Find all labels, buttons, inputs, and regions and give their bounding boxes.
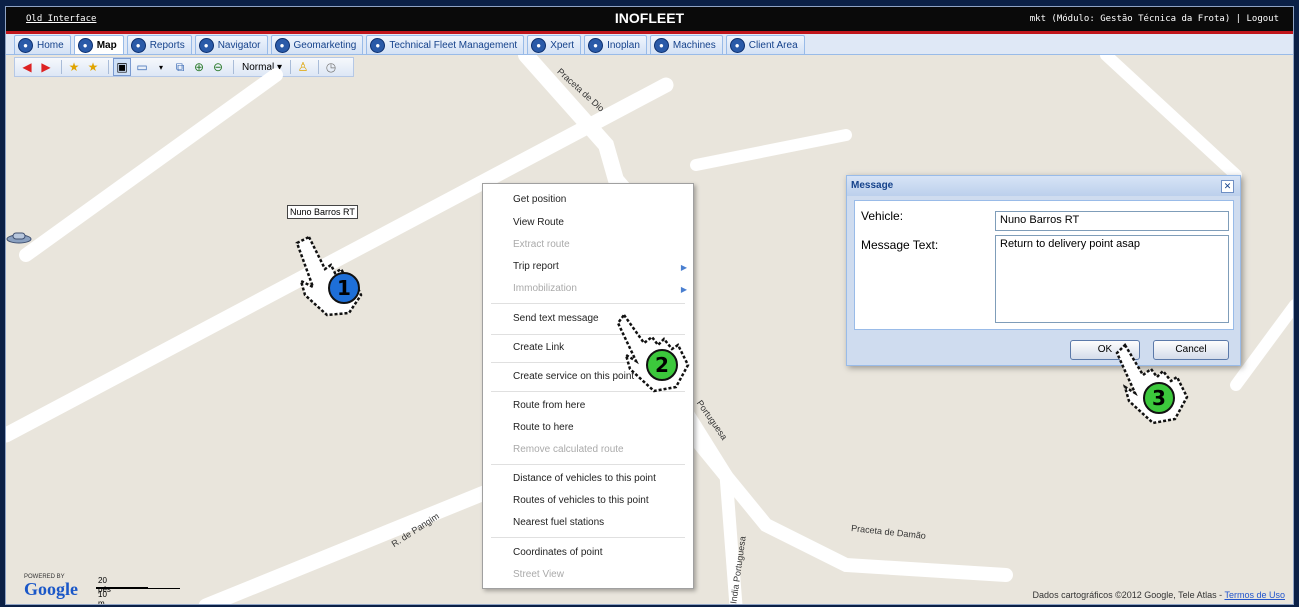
navigator-icon: ● bbox=[198, 37, 214, 53]
scale-meters: 10 m bbox=[98, 590, 107, 605]
menu-item-street-view: Street View bbox=[513, 569, 564, 580]
menu-divider bbox=[491, 303, 685, 304]
menu-item-trip-report[interactable]: Trip report bbox=[513, 261, 559, 272]
terms-link[interactable]: Termos de Uso bbox=[1224, 590, 1285, 600]
client-area-icon: ● bbox=[729, 37, 745, 53]
pointer-hand-icon bbox=[1115, 342, 1189, 425]
vehicle-label: Nuno Barros RT bbox=[287, 205, 358, 219]
menu-item-nearest-fuel[interactable]: Nearest fuel stations bbox=[513, 517, 604, 528]
tab-label: Map bbox=[96, 39, 117, 51]
road-right-top bbox=[1100, 55, 1242, 181]
pointer-hand-icon bbox=[295, 235, 363, 317]
user-info[interactable]: mkt (Módulo: Gestão Técnica da Frota) | … bbox=[1030, 14, 1279, 24]
menu-item-get-position[interactable]: Get position bbox=[513, 194, 566, 205]
tab-map[interactable]: ● Map bbox=[73, 35, 124, 54]
submenu-arrow-icon: ▶ bbox=[680, 285, 687, 294]
xpert-icon: ● bbox=[531, 37, 547, 53]
app-window: Old Interface INOFLEET mkt (Módulo: Gest… bbox=[5, 6, 1294, 605]
tab-label: Machines bbox=[672, 39, 716, 51]
tab-label: Technical Fleet Management bbox=[389, 39, 518, 51]
menu-item-immobilization: Immobilization bbox=[513, 283, 577, 294]
tab-label: Inoplan bbox=[607, 39, 640, 51]
reports-icon: ● bbox=[130, 37, 146, 53]
car-icon: ● bbox=[370, 37, 386, 53]
road-right-edge bbox=[1230, 299, 1293, 391]
geomarketing-icon: ● bbox=[274, 37, 290, 53]
menu-item-routes-vehicles[interactable]: Routes of vehicles to this point bbox=[513, 495, 649, 506]
tab-client-area[interactable]: ● Client Area bbox=[725, 35, 805, 54]
menu-item-distance-vehicles[interactable]: Distance of vehicles to this point bbox=[513, 473, 656, 484]
copyright-text: Dados cartográficos ©2012 Google, Tele A… bbox=[1032, 590, 1225, 600]
menu-item-send-text-message[interactable]: Send text message bbox=[513, 313, 599, 324]
message-text-area[interactable]: Return to delivery point asap bbox=[995, 235, 1229, 323]
dialog-body: Vehicle: Nuno Barros RT Message Text: Re… bbox=[854, 200, 1234, 330]
close-icon[interactable]: ✕ bbox=[1221, 180, 1234, 193]
car-icon[interactable] bbox=[6, 230, 32, 244]
message-text-label: Message Text: bbox=[861, 238, 939, 252]
callout-badge-2: 2 bbox=[646, 349, 678, 381]
tab-label: Home bbox=[37, 39, 64, 51]
inoplan-icon: ● bbox=[588, 37, 604, 53]
callout-badge-1: 1 bbox=[328, 272, 360, 304]
menu-item-route-to-here[interactable]: Route to here bbox=[513, 422, 574, 433]
machines-icon: ● bbox=[653, 37, 669, 53]
dialog-title: Message bbox=[847, 176, 1240, 196]
tab-label: Client Area bbox=[748, 39, 798, 51]
google-wordmark: Google bbox=[24, 579, 78, 599]
vehicle-label-text: Vehicle: bbox=[861, 209, 904, 223]
tab-technical-fleet-management[interactable]: ● Technical Fleet Management bbox=[366, 35, 525, 54]
vehicle-field[interactable]: Nuno Barros RT bbox=[995, 211, 1229, 231]
menu-item-coordinates[interactable]: Coordinates of point bbox=[513, 547, 603, 558]
tab-navigator[interactable]: ● Navigator bbox=[194, 35, 268, 54]
road-right-upper bbox=[690, 129, 852, 171]
menu-divider bbox=[491, 464, 685, 465]
scale-bar-meters bbox=[96, 588, 180, 589]
menu-divider bbox=[491, 537, 685, 538]
tab-reports[interactable]: ● Reports bbox=[126, 35, 192, 54]
tab-label: Geomarketing bbox=[293, 39, 357, 51]
main-tabs: ● Home ● Map ● Reports ● Navigator ● Geomarketing… bbox=[6, 34, 1293, 55]
tab-home[interactable]: ● Home bbox=[14, 35, 71, 54]
submenu-arrow-icon: ▶ bbox=[680, 263, 687, 272]
tab-xpert[interactable]: ● Xpert bbox=[527, 35, 582, 54]
home-icon: ● bbox=[18, 37, 33, 53]
menu-item-view-route[interactable]: View Route bbox=[513, 217, 564, 228]
tab-label: Xpert bbox=[550, 39, 575, 51]
tab-label: Reports bbox=[149, 39, 185, 51]
menu-item-remove-route: Remove calculated route bbox=[513, 444, 624, 455]
tab-inoplan[interactable]: ● Inoplan bbox=[584, 35, 647, 54]
google-logo: POWERED BY Google bbox=[24, 574, 78, 598]
menu-item-route-from-here[interactable]: Route from here bbox=[513, 400, 585, 411]
menu-item-extract-route: Extract route bbox=[513, 239, 570, 250]
callout-badge-3: 3 bbox=[1143, 382, 1175, 414]
road-upper-left bbox=[19, 68, 283, 262]
tab-machines[interactable]: ● Machines bbox=[649, 35, 723, 54]
map-copyright: Dados cartográficos ©2012 Google, Tele A… bbox=[1033, 590, 1285, 600]
menu-item-create-link[interactable]: Create Link bbox=[513, 342, 564, 353]
top-bar: Old Interface INOFLEET mkt (Módulo: Gest… bbox=[6, 7, 1293, 31]
tab-label: Navigator bbox=[217, 39, 261, 51]
tab-geomarketing[interactable]: ● Geomarketing bbox=[270, 35, 364, 54]
globe-icon: ● bbox=[77, 37, 93, 53]
